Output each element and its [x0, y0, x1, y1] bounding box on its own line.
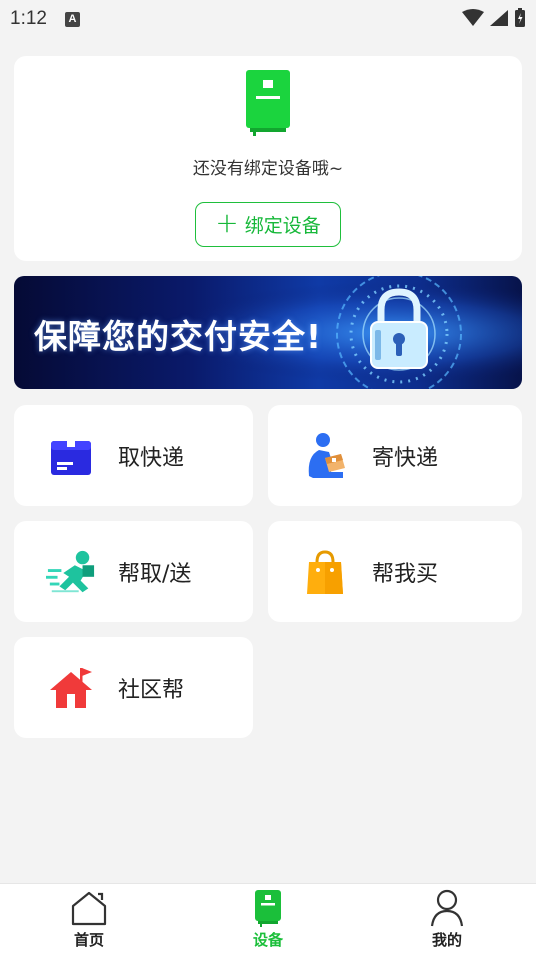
- security-banner[interactable]: 保障您的交付安全!: [14, 276, 522, 389]
- status-icons: [462, 8, 526, 28]
- shopping-bag-icon: [300, 547, 350, 597]
- service-tile-help-delivery[interactable]: 帮取/送: [14, 521, 253, 622]
- house-icon: [46, 663, 96, 713]
- service-label: 寄快递: [372, 445, 439, 471]
- service-tile-buy-for-me[interactable]: 帮我买: [268, 521, 522, 622]
- plus-icon: +: [215, 206, 239, 239]
- notification-badge: A: [64, 11, 80, 27]
- nav-label: 设备: [252, 931, 283, 949]
- wifi-icon: [462, 9, 484, 26]
- service-label: 帮取/送: [118, 561, 192, 587]
- no-device-message: 还没有绑定设备哦~: [192, 159, 344, 179]
- device-card: 还没有绑定设备哦~ + 绑定设备: [14, 56, 522, 261]
- nav-profile[interactable]: 我的: [387, 884, 507, 954]
- service-tile-pickup[interactable]: 取快递: [14, 405, 253, 506]
- device-icon: [254, 889, 282, 927]
- padlock-icon: [370, 288, 428, 369]
- service-label: 社区帮: [118, 677, 185, 703]
- nav-label: 首页: [73, 931, 104, 949]
- bottom-navigation: 首页 设备 我的: [0, 883, 536, 954]
- battery-icon: [515, 8, 525, 27]
- service-tile-send[interactable]: 寄快递: [268, 405, 522, 506]
- status-bar: 1:12 A: [0, 0, 536, 38]
- status-time: 1:12: [10, 8, 47, 29]
- nav-home[interactable]: 首页: [29, 884, 149, 954]
- device-icon: [246, 70, 290, 136]
- service-label: 取快递: [118, 445, 185, 471]
- service-label: 帮我买: [372, 561, 439, 587]
- parcel-box-icon: [46, 431, 96, 481]
- person-icon: [429, 889, 465, 927]
- nav-label: 我的: [431, 931, 462, 949]
- bind-device-button[interactable]: + 绑定设备: [195, 202, 341, 247]
- service-tile-community-help[interactable]: 社区帮: [14, 637, 253, 738]
- running-delivery-icon: [46, 547, 96, 597]
- bind-device-label: 绑定设备: [244, 215, 321, 237]
- banner-headline: 保障您的交付安全!: [34, 317, 323, 356]
- courier-person-icon: [300, 431, 350, 481]
- cellular-signal-icon: [490, 10, 508, 26]
- home-icon: [70, 889, 108, 927]
- nav-device[interactable]: 设备: [208, 884, 328, 954]
